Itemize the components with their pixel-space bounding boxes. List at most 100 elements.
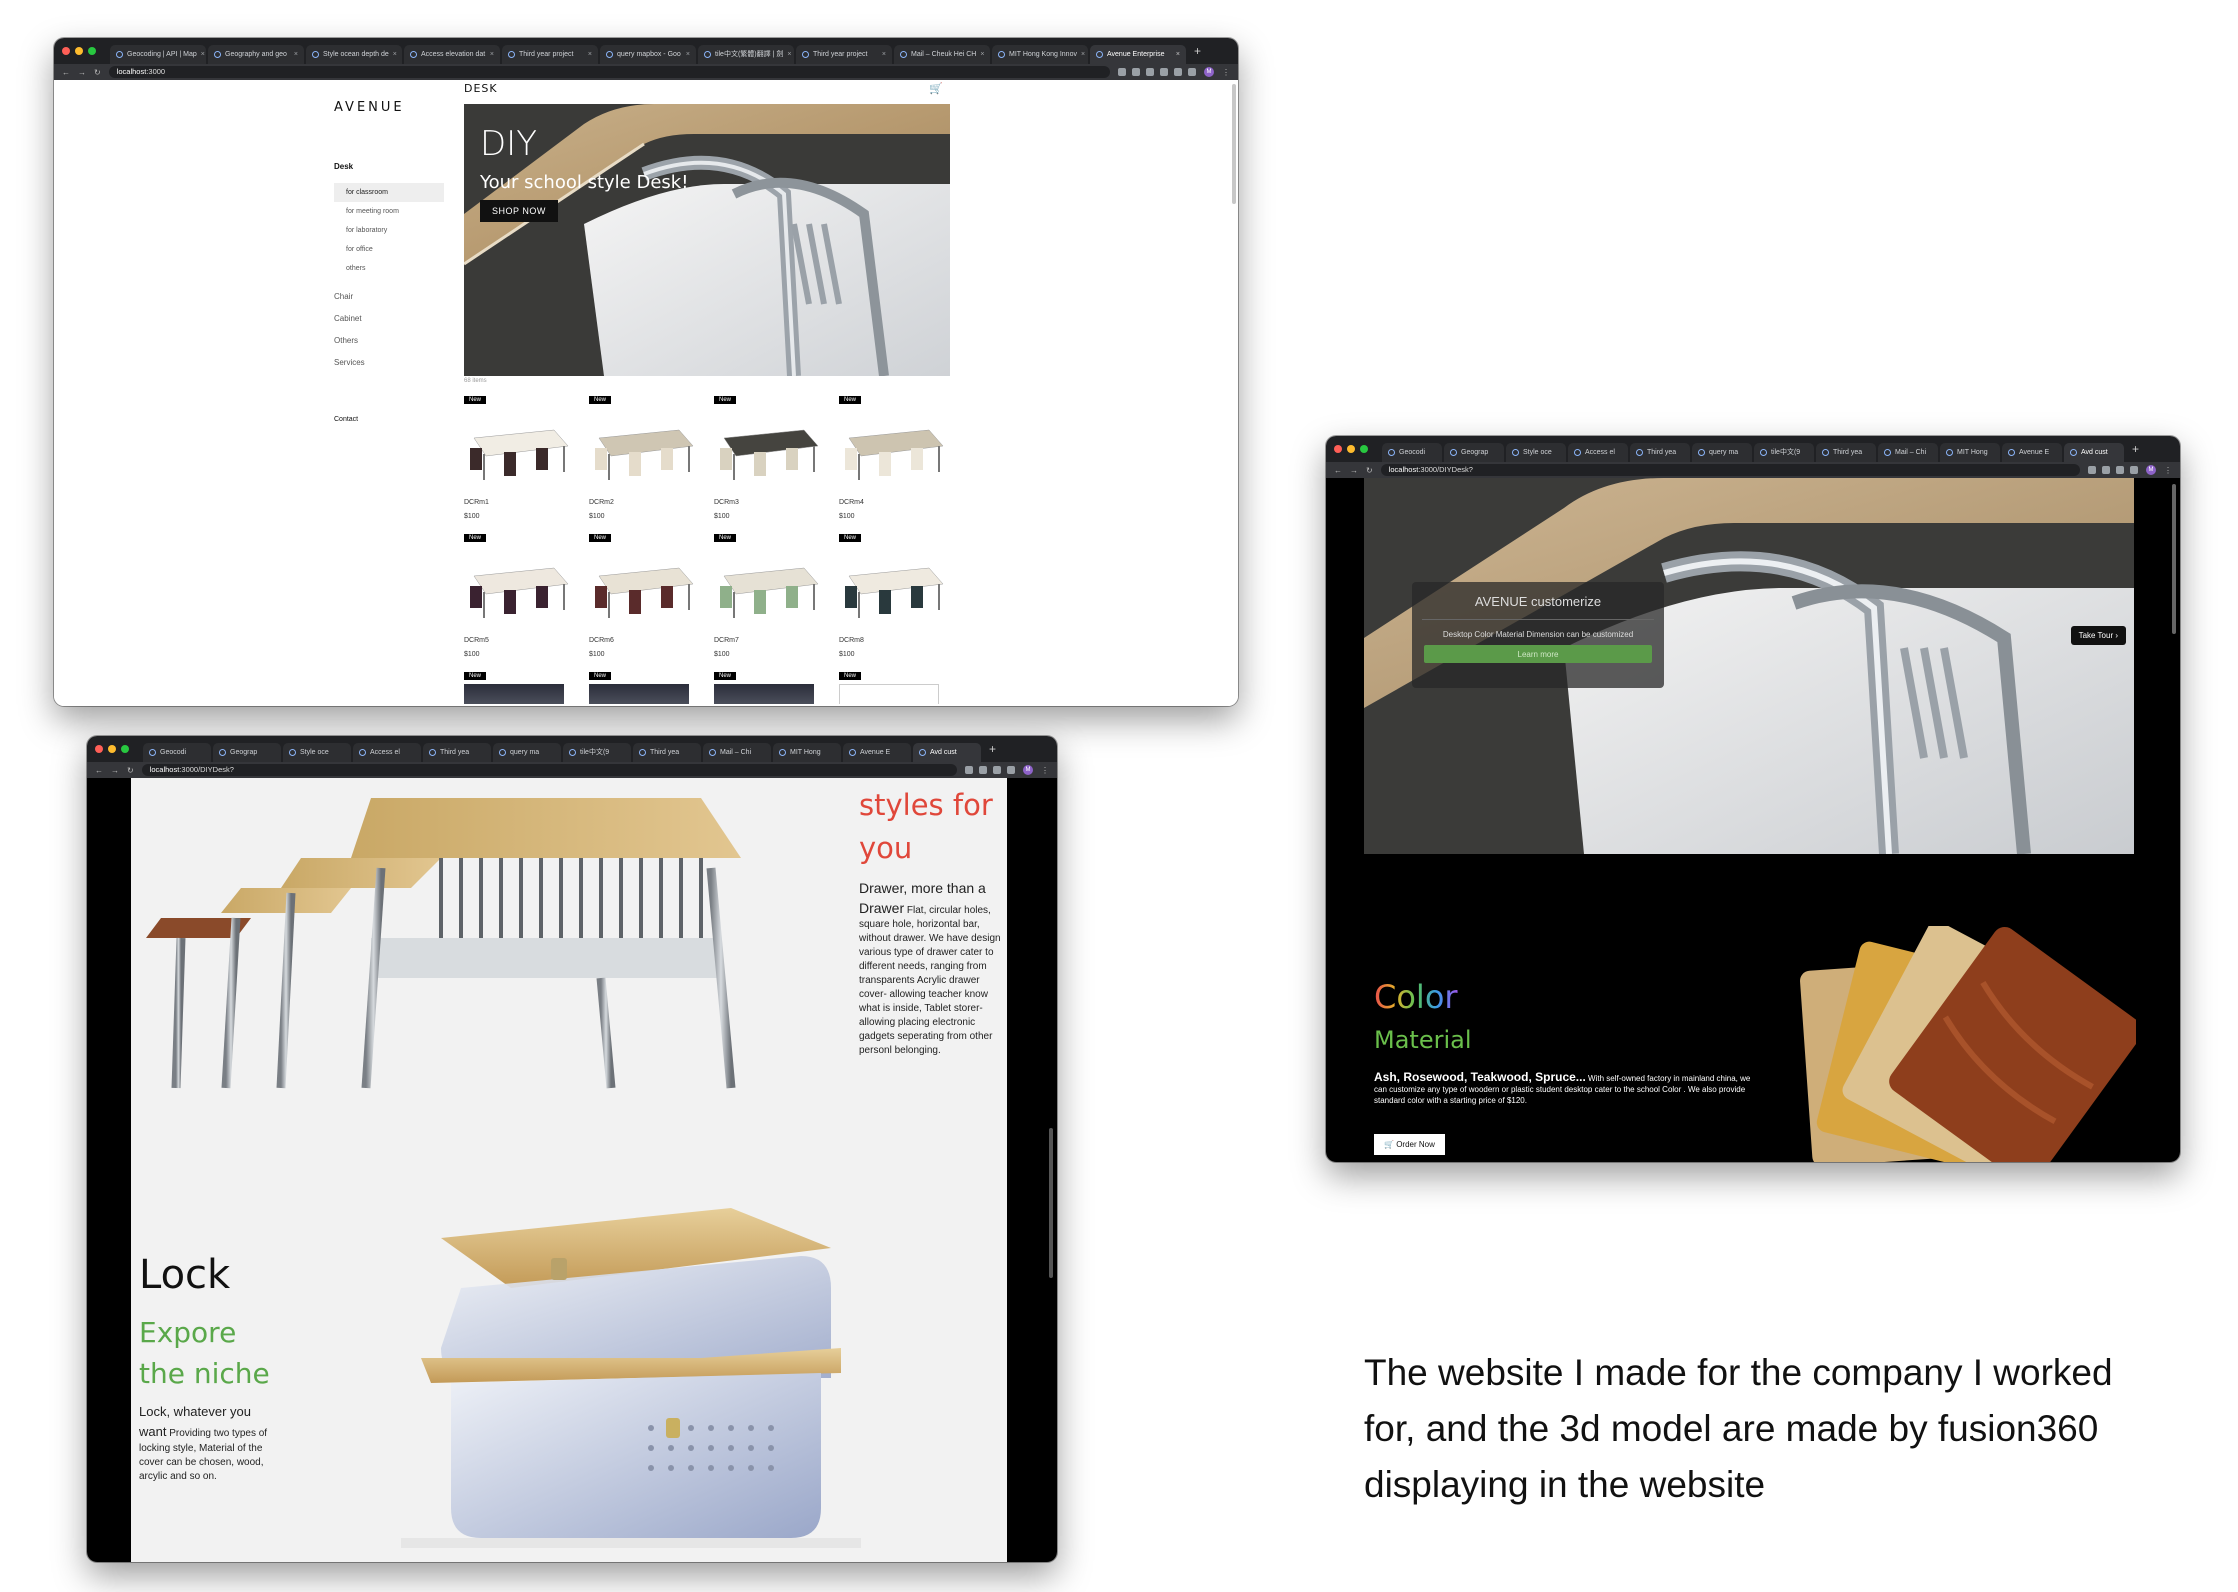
browser-tab[interactable]: Geograp (1444, 443, 1504, 462)
product-image[interactable] (839, 546, 949, 624)
take-tour-button[interactable]: Take Tour › (2070, 626, 2126, 645)
sidebar-item-services[interactable]: Services (334, 352, 444, 374)
browser-tab[interactable]: Geocodi (1382, 443, 1442, 462)
brand-logo[interactable]: AVENUE (334, 100, 405, 115)
url-field[interactable]: localhost:3000/DIYDesk? (1380, 464, 2080, 476)
scrollbar[interactable] (2172, 484, 2176, 634)
browser-tab[interactable]: query mapbox - Goo × (600, 45, 696, 64)
product-image[interactable] (839, 684, 939, 704)
product-card[interactable]: New DCRm6 $100 (589, 526, 714, 658)
reload-icon[interactable]: ↻ (1366, 466, 1373, 475)
profile-avatar[interactable]: M (1023, 765, 1033, 775)
share-icon[interactable] (2088, 466, 2096, 474)
tab-close-icon[interactable]: × (490, 45, 494, 64)
browser-tab[interactable]: tile中文(9 (563, 743, 631, 762)
close-window-button[interactable] (95, 745, 103, 753)
window-controls[interactable] (95, 745, 129, 753)
sidebar-subitem[interactable]: for office (334, 240, 444, 259)
browser-tab[interactable]: Third yea (423, 743, 491, 762)
browser-tab[interactable]: MIT Hong (1940, 443, 2000, 462)
product-name[interactable]: DCRm2 (589, 499, 714, 506)
tab-close-icon[interactable]: × (882, 45, 886, 64)
new-tab-icon[interactable]: + (2126, 442, 2145, 456)
product-image[interactable] (464, 546, 574, 624)
browser-tab[interactable]: query ma (1692, 443, 1752, 462)
new-tab-icon[interactable]: + (1188, 44, 1207, 58)
tab-close-icon[interactable]: × (1176, 45, 1180, 64)
product-image[interactable] (464, 408, 574, 486)
product-card[interactable]: New (464, 664, 589, 704)
browser-tab[interactable]: Access el (353, 743, 421, 762)
tab-close-icon[interactable]: × (686, 45, 690, 64)
browser-tab[interactable]: Avenue E (2002, 443, 2062, 462)
browser-tab-active[interactable]: Avenue Enterprise × (1090, 45, 1186, 64)
product-card[interactable]: New DCRm2 $100 (589, 388, 714, 520)
sidebar-contact-link[interactable]: Contact (334, 416, 444, 423)
window-controls[interactable] (62, 47, 96, 55)
browser-tab-active[interactable]: Avd cust (913, 743, 981, 762)
back-icon[interactable]: ← (1334, 466, 1342, 475)
sidebar-subitem[interactable]: for classroom (334, 183, 444, 202)
order-now-button[interactable]: 🛒 Order Now (1374, 1134, 1445, 1155)
product-card[interactable]: New DCRm3 $100 (714, 388, 839, 520)
close-window-button[interactable] (1334, 445, 1342, 453)
zoom-window-button[interactable] (121, 745, 129, 753)
browser-tab[interactable]: Mail – Chi (703, 743, 771, 762)
puzzle-icon[interactable] (2130, 466, 2138, 474)
zoom-window-button[interactable] (1360, 445, 1368, 453)
shop-now-button[interactable]: SHOP NOW (480, 200, 558, 222)
product-card[interactable]: New (839, 664, 964, 704)
back-icon[interactable]: ← (95, 766, 103, 775)
forward-icon[interactable]: → (1350, 466, 1358, 475)
extension-icon[interactable] (1160, 68, 1168, 76)
sidebar-subitem[interactable]: for laboratory (334, 221, 444, 240)
browser-tab[interactable]: Avenue E (843, 743, 911, 762)
browser-tab[interactable]: MIT Hong (773, 743, 841, 762)
browser-tab[interactable]: Geograp (213, 743, 281, 762)
product-name[interactable]: DCRm4 (839, 499, 964, 506)
product-card[interactable]: New DCRm8 $100 (839, 526, 964, 658)
reload-icon[interactable]: ↻ (94, 68, 101, 77)
product-card[interactable]: New (714, 664, 839, 704)
product-image[interactable] (589, 684, 689, 704)
browser-tab[interactable]: Geocoding | API | Map × (110, 45, 206, 64)
product-image[interactable] (714, 684, 814, 704)
scrollbar[interactable] (1049, 1128, 1053, 1278)
forward-icon[interactable]: → (78, 68, 86, 77)
browser-tab[interactable]: Third yea (1630, 443, 1690, 462)
extension-icon[interactable] (993, 766, 1001, 774)
tab-close-icon[interactable]: × (588, 45, 592, 64)
browser-tab[interactable]: Style oce (1506, 443, 1566, 462)
puzzle-icon[interactable] (1007, 766, 1015, 774)
browser-tab[interactable]: Access elevation dat × (404, 45, 500, 64)
tab-close-icon[interactable]: × (393, 45, 397, 64)
profile-avatar[interactable]: M (1204, 67, 1214, 77)
sidebar-item-chair[interactable]: Chair (334, 286, 444, 308)
browser-tab[interactable]: Geography and geo × (208, 45, 304, 64)
product-name[interactable]: DCRm3 (714, 499, 839, 506)
browser-tab[interactable]: Third year project × (502, 45, 598, 64)
browser-tab[interactable]: Mail – Cheuk Hei CH × (894, 45, 990, 64)
profile-avatar[interactable]: M (2146, 465, 2156, 475)
tab-close-icon[interactable]: × (1081, 45, 1085, 64)
share-icon[interactable] (965, 766, 973, 774)
product-image[interactable] (839, 408, 949, 486)
sidebar-icon[interactable] (1188, 68, 1196, 76)
browser-tab[interactable]: query ma (493, 743, 561, 762)
product-name[interactable]: DCRm1 (464, 499, 589, 506)
minimize-window-button[interactable] (75, 47, 83, 55)
forward-icon[interactable]: → (111, 766, 119, 775)
product-card[interactable]: New DCRm4 $100 (839, 388, 964, 520)
puzzle-icon[interactable] (1174, 68, 1182, 76)
menu-kebab-icon[interactable]: ⋮ (2164, 466, 2172, 475)
sidebar-subitem[interactable]: for meeting room (334, 202, 444, 221)
bookmark-star-icon[interactable] (1146, 68, 1154, 76)
product-name[interactable]: DCRm8 (839, 637, 964, 644)
translate-icon[interactable] (1118, 68, 1126, 76)
sidebar-item-others[interactable]: Others (334, 330, 444, 352)
browser-tab[interactable]: Third yea (633, 743, 701, 762)
cart-icon[interactable]: 🛒 (929, 82, 943, 95)
url-field[interactable]: localhost:3000/DIYDesk? (141, 764, 957, 776)
sidebar-subitem[interactable]: others (334, 259, 444, 278)
tab-close-icon[interactable]: × (980, 45, 984, 64)
